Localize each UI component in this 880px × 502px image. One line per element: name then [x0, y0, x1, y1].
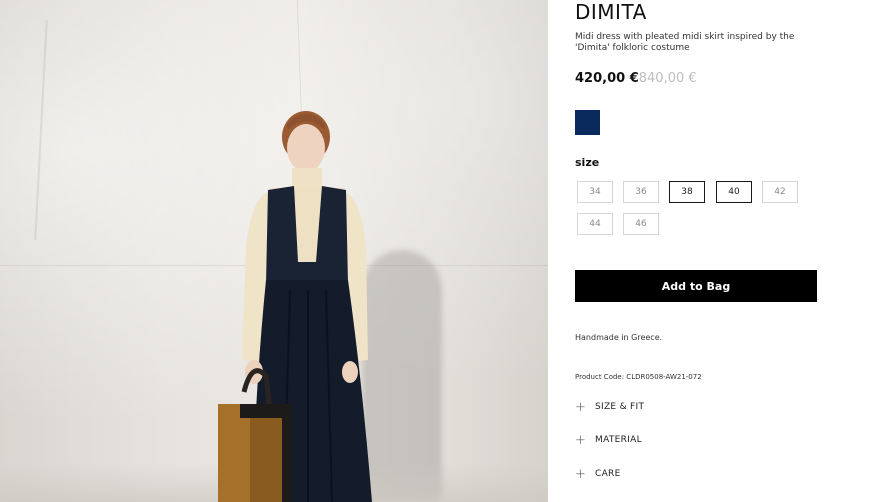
- original-price: 840,00 €: [638, 71, 697, 86]
- size-option[interactable]: 44: [577, 213, 613, 235]
- color-swatch-navy[interactable]: [575, 110, 600, 135]
- model-figure: [218, 111, 372, 502]
- plus-icon: +: [575, 466, 586, 482]
- price-row: 420,00 €840,00 €: [575, 71, 697, 86]
- size-option[interactable]: 46: [623, 213, 659, 235]
- size-option[interactable]: 42: [762, 181, 798, 203]
- size-option[interactable]: 40: [716, 181, 752, 203]
- product-description: Midi dress with pleated midi skirt inspi…: [575, 32, 795, 53]
- product-title: DIMITA: [575, 0, 647, 24]
- size-option[interactable]: 36: [623, 181, 659, 203]
- size-label: size: [575, 156, 600, 169]
- accordion-size-fit[interactable]: + SIZE & FIT: [575, 399, 825, 415]
- add-to-bag-button[interactable]: Add to Bag: [575, 270, 817, 302]
- size-option[interactable]: 38: [669, 181, 705, 203]
- accordion-material[interactable]: + MATERIAL: [575, 432, 825, 448]
- origin-note: Handmade in Greece.: [575, 333, 663, 342]
- product-image[interactable]: [0, 0, 548, 502]
- accordion-label: SIZE & FIT: [595, 402, 645, 412]
- plus-icon: +: [575, 432, 586, 448]
- current-price: 420,00 €: [575, 71, 639, 86]
- accordion-care[interactable]: + CARE: [575, 466, 825, 482]
- product-code: Product Code: CLDR0508-AW21-072: [575, 373, 702, 381]
- plus-icon: +: [575, 399, 586, 415]
- size-option[interactable]: 34: [577, 181, 613, 203]
- accordion-label: CARE: [595, 469, 621, 479]
- accordion-label: MATERIAL: [595, 435, 642, 445]
